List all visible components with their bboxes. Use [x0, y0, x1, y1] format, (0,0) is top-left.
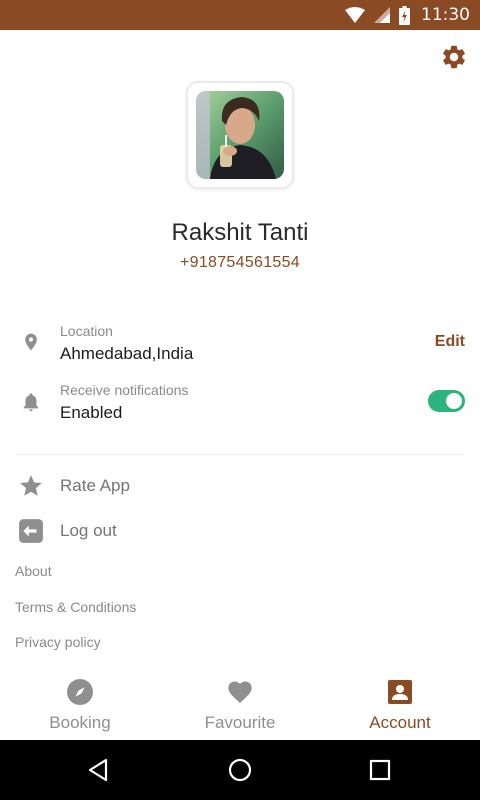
compass-icon	[67, 679, 93, 705]
heart-icon	[228, 681, 252, 703]
edit-location-button[interactable]: Edit	[435, 333, 465, 351]
battery-charging-icon	[399, 5, 410, 25]
avatar	[196, 91, 284, 179]
status-bar: 11:30	[0, 0, 480, 30]
privacy-link[interactable]: Privacy policy	[15, 634, 101, 650]
star-icon	[20, 475, 42, 496]
status-time: 11:30	[421, 5, 470, 25]
system-nav-bar	[0, 740, 480, 800]
log-out-button[interactable]: Log out	[15, 514, 315, 548]
status-icons: 11:30	[345, 0, 470, 30]
about-link[interactable]: About	[15, 563, 52, 579]
profile-phone: +918754561554	[179, 254, 301, 271]
rate-app-button[interactable]: Rate App	[15, 469, 315, 503]
notifications-label: Receive notifications	[60, 382, 189, 398]
log-out-label: Log out	[60, 521, 117, 540]
tab-account-label: Account	[369, 713, 431, 732]
toggle-knob	[446, 393, 462, 409]
profile-name: Rakshit Tanti	[171, 219, 309, 246]
tab-account[interactable]: Account	[320, 668, 480, 740]
location-value: Ahmedabad,India	[60, 344, 194, 363]
location-pin-icon	[18, 329, 44, 355]
logout-icon	[19, 519, 43, 543]
gear-icon[interactable]	[440, 43, 468, 71]
divider	[15, 454, 465, 455]
terms-link[interactable]: Terms & Conditions	[15, 599, 136, 615]
home-icon[interactable]	[225, 755, 255, 785]
wifi-icon	[345, 7, 365, 23]
tab-booking[interactable]: Booking	[0, 668, 160, 740]
rate-app-label: Rate App	[60, 476, 130, 495]
tab-favourite-label: Favourite	[204, 713, 276, 732]
cell-signal-icon	[374, 7, 390, 23]
avatar-frame[interactable]	[186, 81, 294, 189]
notifications-value: Enabled	[60, 403, 123, 422]
notifications-toggle[interactable]	[428, 390, 465, 412]
bottom-nav: Booking Favourite Account	[0, 668, 480, 740]
tab-booking-label: Booking	[49, 713, 111, 732]
recents-icon[interactable]	[365, 755, 395, 785]
account-icon	[388, 680, 412, 704]
tab-favourite[interactable]: Favourite	[160, 668, 320, 740]
location-label: Location	[60, 323, 113, 339]
bell-icon	[18, 389, 44, 415]
back-icon[interactable]	[84, 755, 114, 785]
